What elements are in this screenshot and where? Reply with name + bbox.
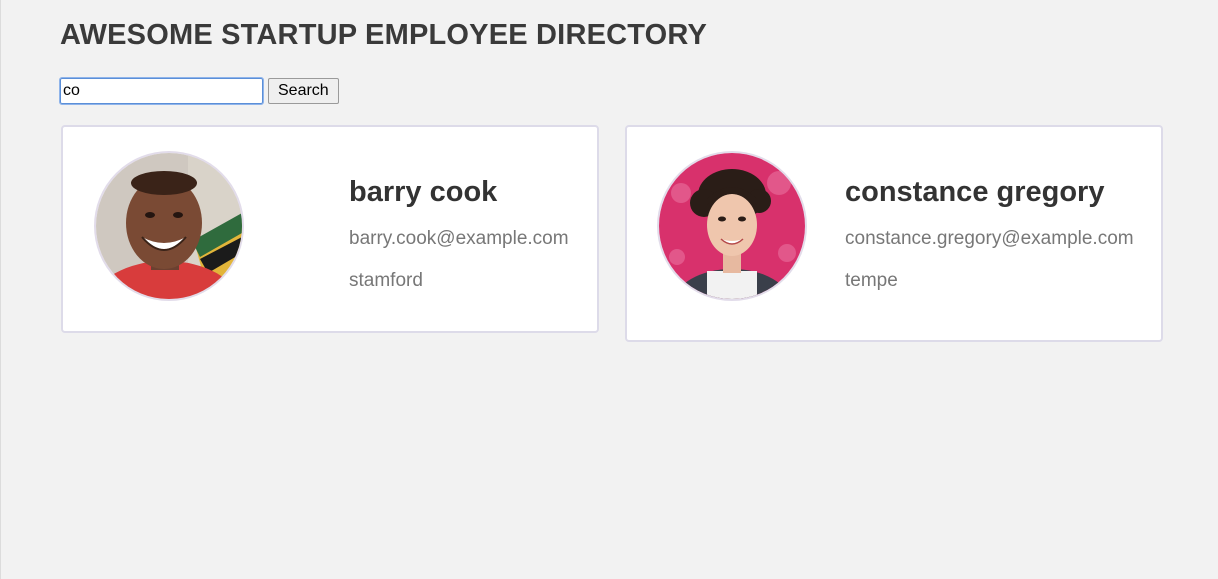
employee-info: barry cook barry.cook@example.com stamfo…: [349, 175, 585, 292]
search-input[interactable]: [59, 77, 264, 105]
person-photo-icon: [659, 153, 805, 299]
page-title: AWESOME STARTUP EMPLOYEE DIRECTORY: [60, 19, 708, 51]
employee-email: barry.cook@example.com: [349, 228, 569, 249]
employee-city: tempe: [845, 270, 898, 291]
employee-name: barry cook: [349, 176, 498, 208]
employee-name: constance gregory: [845, 176, 1105, 208]
avatar: [94, 151, 244, 301]
employee-gallery: barry cook barry.cook@example.com stamfo…: [61, 125, 1163, 342]
employee-email: constance.gregory@example.com: [845, 228, 1134, 249]
search-form: Search: [59, 77, 339, 105]
employee-info: constance gregory constance.gregory@exam…: [845, 175, 1135, 292]
person-photo-icon: [96, 153, 242, 299]
employee-card[interactable]: barry cook barry.cook@example.com stamfo…: [61, 125, 599, 333]
employee-city: stamford: [349, 270, 423, 291]
avatar: [657, 151, 807, 301]
employee-card[interactable]: constance gregory constance.gregory@exam…: [625, 125, 1163, 342]
search-button[interactable]: Search: [268, 78, 339, 104]
